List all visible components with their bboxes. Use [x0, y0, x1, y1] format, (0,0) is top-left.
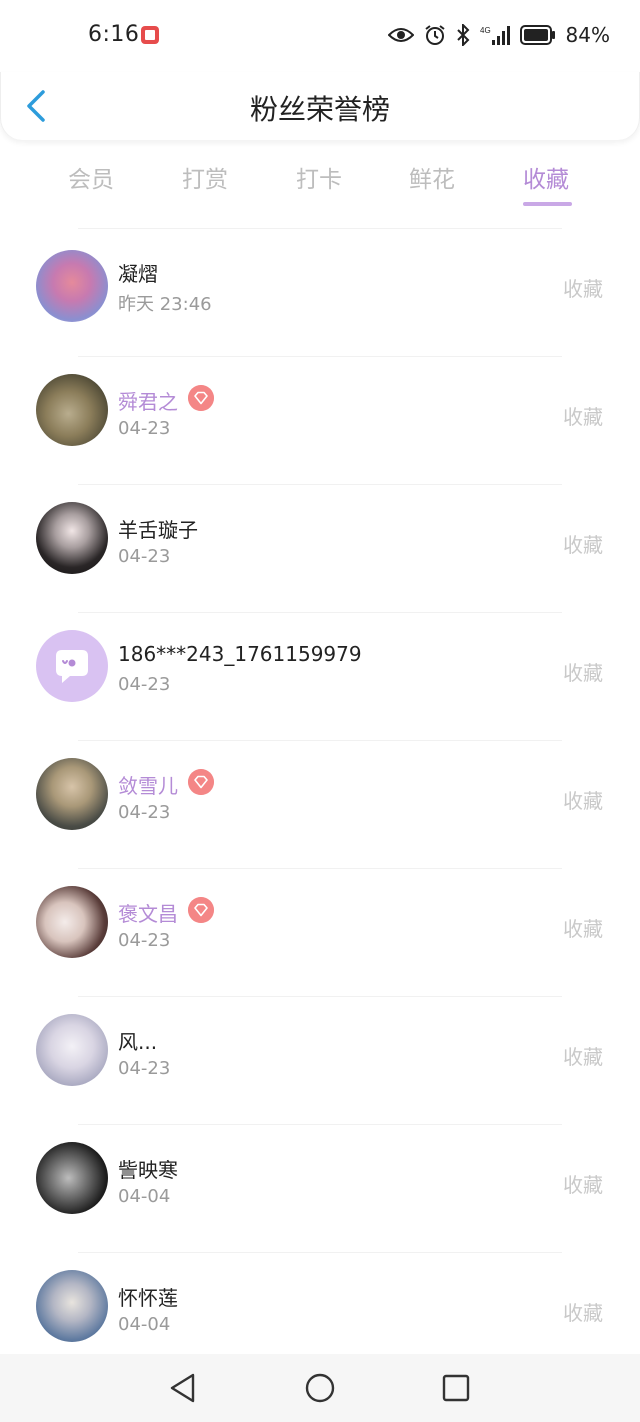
favorite-label[interactable]: 收藏 [563, 1041, 603, 1070]
fan-date: 04-23 [118, 802, 171, 823]
chat-bubble-icon [56, 650, 88, 683]
fan-date: 04-23 [118, 674, 171, 695]
fan-name: 怀怀莲 [118, 1286, 178, 1310]
list-item[interactable]: 羊舌璇子 04-23 收藏 [0, 484, 640, 612]
fan-name: 敛雪儿 [118, 774, 178, 798]
page-title: 粉丝荣誉榜 [249, 93, 390, 126]
bluetooth-icon [456, 24, 469, 46]
header: 粉丝荣誉榜 [0, 72, 640, 140]
fan-date: 04-23 [118, 930, 171, 951]
list-item[interactable]: 风... 04-23 收藏 [0, 996, 640, 1124]
favorite-label[interactable]: 收藏 [563, 913, 603, 942]
fan-date: 04-04 [118, 1186, 171, 1207]
favorite-label[interactable]: 收藏 [563, 657, 603, 686]
avatar [36, 250, 108, 322]
nav-back-icon[interactable] [168, 1372, 198, 1404]
fan-date: 昨天 23:46 [118, 294, 212, 315]
fan-date: 04-23 [118, 418, 171, 439]
list-item[interactable]: 凝熠 昨天 23:46 收藏 [0, 228, 640, 356]
fan-name: 凝熠 [118, 262, 158, 286]
avatar [36, 1014, 108, 1086]
avatar [36, 758, 108, 830]
avatar [36, 886, 108, 958]
fan-date: 04-23 [118, 546, 171, 567]
signal-icon: 4G [480, 26, 510, 45]
system-nav-bar [0, 1354, 640, 1422]
list-item[interactable]: 褒文昌 04-23 收藏 [0, 868, 640, 996]
list-item[interactable]: 敛雪儿 04-23 收藏 [0, 740, 640, 868]
list-item[interactable]: 舜君之 04-23 收藏 [0, 356, 640, 484]
avatar [36, 1142, 108, 1214]
status-icons: 4G 84% [387, 22, 610, 48]
favorite-label[interactable]: 收藏 [563, 1297, 603, 1326]
diamond-badge-icon [188, 769, 214, 795]
list-item[interactable]: 訾映寒 04-04 收藏 [0, 1124, 640, 1252]
nav-home-icon[interactable] [304, 1372, 336, 1404]
tab-reward[interactable]: 打赏 [182, 160, 228, 194]
avatar [36, 502, 108, 574]
favorite-label[interactable]: 收藏 [563, 401, 603, 430]
fan-name: 186***243_1761159979 [118, 642, 362, 666]
favorite-label[interactable]: 收藏 [563, 1169, 603, 1198]
nav-recents-icon[interactable] [441, 1373, 471, 1403]
eye-icon [387, 28, 414, 42]
diamond-badge-icon [188, 897, 214, 923]
avatar [36, 1270, 108, 1342]
status-time: 6:16 [88, 22, 140, 47]
tab-checkin[interactable]: 打卡 [296, 160, 342, 194]
tab-favorites[interactable]: 收藏 [523, 160, 569, 194]
favorite-label[interactable]: 收藏 [563, 273, 603, 302]
fan-name: 风... [118, 1030, 158, 1054]
fan-name: 訾映寒 [118, 1158, 178, 1182]
fan-name: 褒文昌 [118, 902, 178, 926]
favorite-label[interactable]: 收藏 [563, 785, 603, 814]
tab-bar: 会员 打赏 打卡 鲜花 收藏 [0, 140, 640, 220]
fan-name: 羊舌璇子 [118, 518, 198, 542]
list-item[interactable]: 186***243_1761159979 04-23 收藏 [0, 612, 640, 740]
fan-date: 04-04 [118, 1314, 171, 1335]
avatar [36, 374, 108, 446]
svg-text:4G: 4G [480, 26, 491, 35]
tab-flowers[interactable]: 鲜花 [409, 160, 455, 194]
fan-name: 舜君之 [118, 390, 178, 414]
active-tab-indicator [523, 202, 572, 206]
notification-icon [141, 26, 159, 44]
avatar [36, 630, 108, 702]
diamond-badge-icon [188, 385, 214, 411]
alarm-icon [424, 25, 445, 45]
fan-date: 04-23 [118, 1058, 171, 1079]
tab-member[interactable]: 会员 [68, 160, 114, 194]
favorite-label[interactable]: 收藏 [563, 529, 603, 558]
status-bar: 6:16 4G 84% [0, 0, 640, 72]
battery-icon [519, 25, 555, 45]
battery-percent: 84% [565, 23, 610, 47]
